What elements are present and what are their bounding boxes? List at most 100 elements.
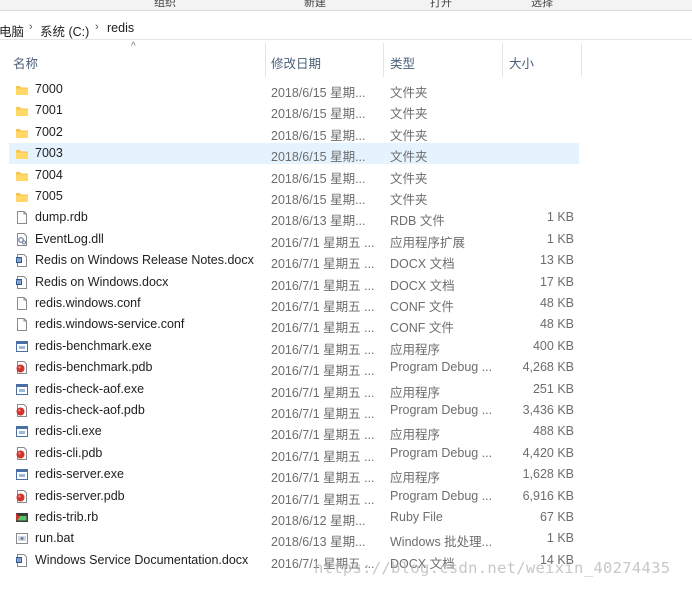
file-size: 3,436 KB — [522, 403, 574, 417]
file-row[interactable]: W Redis on Windows.docx 2016/7/1 星期五 ... DO… — [9, 272, 579, 293]
file-row[interactable]: redis-benchmark.pdb 2016/7/1 星期五 ... Progr… — [9, 357, 579, 378]
file-date-modified: 2018/6/13 星期... — [271, 214, 366, 229]
breadcrumb[interactable]: 电脑 › 系统 (C:) › redis — [0, 17, 692, 40]
blank-file-icon — [16, 297, 28, 310]
file-row[interactable]: 7003 2018/6/15 星期... 文件夹 — [9, 143, 579, 165]
file-row[interactable]: redis-server.pdb 2016/7/1 星期五 ... Program … — [9, 486, 579, 507]
svg-text:W: W — [17, 280, 22, 286]
file-size: 1,628 KB — [522, 467, 574, 482]
file-name: 7001 — [35, 103, 63, 118]
ribbon-open-label[interactable]: 打开 — [430, 0, 452, 10]
file-type: Windows 批处理... — [390, 535, 493, 550]
file-size: 1 KB — [546, 210, 574, 225]
file-type: 文件夹 — [390, 193, 428, 207]
file-name: Redis on Windows Release Notes.docx — [35, 253, 254, 268]
column-headers: ^ 名称 修改日期 类型 大小 — [0, 41, 692, 77]
file-date-modified: 2018/6/15 星期... — [271, 193, 366, 207]
file-date-modified: 2016/7/1 星期五 ... — [271, 428, 375, 443]
column-divider[interactable] — [265, 43, 266, 77]
blank-file-icon — [16, 211, 28, 225]
file-name: 7003 — [35, 146, 63, 161]
file-type: 应用程序扩展 — [390, 235, 466, 250]
file-date-modified: 2016/7/1 星期五 ... — [271, 235, 375, 250]
file-type: Program Debug ... — [390, 488, 493, 503]
ruby-file-icon — [16, 511, 28, 524]
bat-file-icon — [16, 532, 28, 545]
breadcrumb-redis[interactable]: redis — [107, 21, 134, 35]
file-date-modified: 2016/7/1 星期五 ... — [271, 278, 375, 293]
file-name: redis-check-aof.exe — [35, 381, 145, 396]
file-row[interactable]: dump.rdb 2018/6/13 星期... RDB 文件 1 KB — [9, 207, 579, 228]
file-date-modified: 2018/6/15 星期... — [271, 107, 366, 122]
file-size: 13 KB — [539, 253, 574, 268]
column-divider[interactable] — [383, 43, 384, 77]
ribbon-strip: 组织 新建 打开 选择 — [0, 0, 692, 11]
file-row[interactable]: W Redis on Windows Release Notes.docx 2016… — [9, 250, 579, 271]
folder-icon — [16, 104, 28, 117]
sort-ascending-icon: ^ — [131, 41, 136, 52]
file-type: CONF 文件 — [390, 300, 454, 314]
file-type: RDB 文件 — [390, 214, 445, 229]
file-row[interactable]: EventLog.dll 2016/7/1 星期五 ... 应用程序扩展 1 KB — [9, 229, 579, 250]
pdb-file-icon — [16, 489, 28, 503]
file-size: 4,420 KB — [522, 445, 574, 460]
file-date-modified: 2016/7/1 星期五 ... — [271, 385, 375, 400]
file-row[interactable]: 7004 2018/6/15 星期... 文件夹 — [9, 165, 579, 186]
column-divider[interactable] — [502, 43, 503, 77]
file-date-modified: 2018/6/15 星期... — [271, 86, 366, 100]
watermark: https://blog.csdn.net/weixin_40274435 — [314, 559, 671, 577]
ribbon-organize-label[interactable]: 组织 — [154, 0, 176, 10]
file-date-modified: 2016/7/1 星期五 ... — [271, 449, 375, 464]
column-divider[interactable] — [581, 43, 582, 77]
file-date-modified: 2018/6/15 星期... — [271, 171, 366, 186]
file-name: redis.windows-service.conf — [35, 317, 185, 332]
file-type: 文件夹 — [390, 86, 428, 100]
svg-text:W: W — [17, 558, 22, 564]
file-row[interactable]: redis.windows.conf 2016/7/1 星期五 ... CONF 文… — [9, 293, 579, 314]
file-row[interactable]: redis-check-aof.exe 2016/7/1 星期五 ... 应用程序 2… — [9, 379, 579, 400]
file-date-modified: 2016/7/1 星期五 ... — [271, 492, 375, 507]
svg-text:W: W — [17, 258, 22, 264]
file-row[interactable]: redis-trib.rb 2018/6/12 星期... Ruby File 67 … — [9, 507, 579, 528]
file-type: 应用程序 — [390, 471, 441, 486]
file-row[interactable]: redis-cli.exe 2016/7/1 星期五 ... 应用程序 488 KB — [9, 421, 579, 442]
ribbon-new-label[interactable]: 新建 — [304, 0, 326, 10]
file-name: dump.rdb — [35, 210, 88, 225]
file-row[interactable]: 7005 2018/6/15 星期... 文件夹 — [9, 186, 579, 207]
exe-file-icon — [16, 383, 28, 396]
file-name: EventLog.dll — [35, 231, 104, 246]
file-size: 1 KB — [546, 531, 574, 546]
exe-file-icon — [16, 425, 28, 438]
chevron-right-icon[interactable]: › — [29, 21, 33, 33]
file-name: 7002 — [35, 124, 63, 139]
file-row[interactable]: redis-cli.pdb 2016/7/1 星期五 ... Program Deb… — [9, 443, 579, 464]
column-header-name[interactable]: 名称 — [13, 53, 38, 72]
breadcrumb-this-pc[interactable]: 电脑 — [0, 21, 24, 40]
column-header-type[interactable]: 类型 — [390, 53, 415, 72]
file-row[interactable]: run.bat 2018/6/13 星期... Windows 批处理... 1 KB — [9, 528, 579, 549]
file-row[interactable]: 7002 2018/6/15 星期... 文件夹 — [9, 122, 579, 143]
file-row[interactable]: 7001 2018/6/15 星期... 文件夹 — [9, 100, 579, 121]
file-type: 应用程序 — [390, 385, 441, 400]
folder-icon — [16, 169, 28, 182]
ribbon-select-label[interactable]: 选择 — [531, 0, 553, 10]
file-size: 400 KB — [532, 338, 574, 353]
file-type: DOCX 文档 — [390, 257, 455, 272]
file-date-modified: 2016/7/1 星期五 ... — [271, 364, 375, 379]
docx-file-icon: W — [16, 254, 28, 268]
file-size: 4,268 KB — [522, 360, 574, 375]
file-row[interactable]: redis-server.exe 2016/7/1 星期五 ... 应用程序 1,62… — [9, 464, 579, 485]
chevron-right-icon[interactable]: › — [95, 21, 99, 33]
file-row[interactable]: redis-benchmark.exe 2016/7/1 星期五 ... 应用程序 4… — [9, 336, 579, 357]
column-header-date[interactable]: 修改日期 — [271, 53, 321, 72]
file-type: CONF 文件 — [390, 321, 454, 336]
file-row[interactable]: redis.windows-service.conf 2016/7/1 星期五 .… — [9, 314, 579, 335]
file-size: 17 KB — [539, 274, 574, 289]
file-name: redis-trib.rb — [35, 510, 99, 524]
breadcrumb-drive-c[interactable]: 系统 (C:) — [40, 21, 89, 40]
file-name: redis-server.pdb — [35, 488, 125, 503]
file-row[interactable]: redis-check-aof.pdb 2016/7/1 星期五 ... Progr… — [9, 400, 579, 421]
file-row[interactable]: 7000 2018/6/15 星期... 文件夹 — [9, 79, 579, 100]
file-date-modified: 2018/6/13 星期... — [271, 535, 366, 550]
column-header-size[interactable]: 大小 — [509, 53, 534, 72]
